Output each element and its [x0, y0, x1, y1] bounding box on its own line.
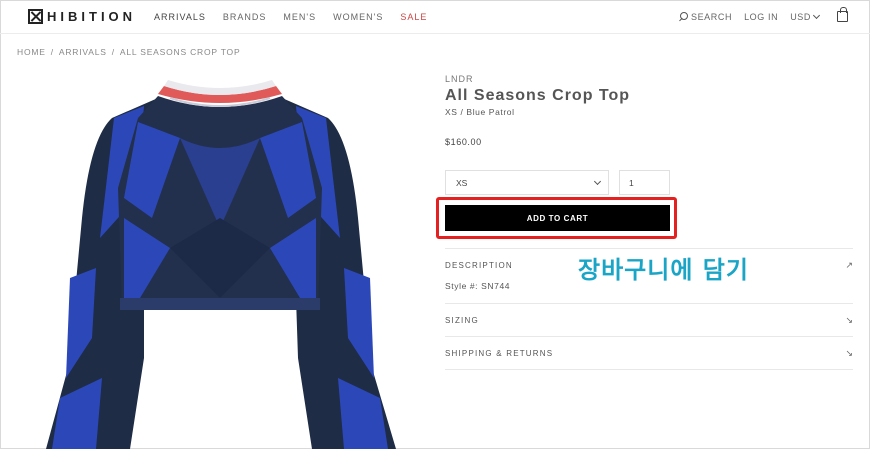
- accordion-header-sizing[interactable]: SIZING ↘: [445, 304, 853, 336]
- product-image[interactable]: [40, 78, 400, 449]
- search-label: SEARCH: [690, 11, 733, 22]
- logo-x-icon: [28, 9, 43, 24]
- nav-womens[interactable]: WOMEN'S: [333, 12, 383, 22]
- site-header: HIBITION ARRIVALS BRANDS MEN'S WOMEN'S S…: [0, 0, 870, 34]
- main-nav: ARRIVALS BRANDS MEN'S WOMEN'S SALE: [154, 12, 427, 22]
- quantity-value: 1: [629, 177, 634, 188]
- accordion-title-description: DESCRIPTION: [445, 260, 513, 270]
- size-select-value: XS: [456, 177, 468, 188]
- divider: [445, 369, 853, 370]
- breadcrumb-current: ALL SEASONS CROP TOP: [119, 47, 241, 57]
- breadcrumb-separator: /: [111, 47, 115, 57]
- currency-label: USD: [790, 11, 811, 22]
- currency-selector[interactable]: USD: [790, 11, 821, 22]
- arrow-icon: ↗: [845, 259, 853, 270]
- chevron-down-icon: [593, 177, 602, 185]
- header-utilities: SEARCH LOG IN USD: [678, 7, 848, 22]
- shopping-bag-icon[interactable]: [837, 7, 848, 22]
- site-logo[interactable]: HIBITION: [28, 9, 136, 24]
- arrow-icon: ↘: [845, 347, 853, 358]
- accordion-sizing: SIZING ↘: [445, 303, 853, 336]
- login-link[interactable]: LOG IN: [744, 12, 778, 22]
- nav-sale[interactable]: SALE: [400, 12, 427, 22]
- crop-top-image: [46, 80, 396, 449]
- breadcrumb: HOME / ARRIVALS / ALL SEASONS CROP TOP: [17, 47, 240, 57]
- product-brand[interactable]: LNDR: [445, 74, 853, 84]
- accordion-title-sizing: SIZING: [445, 315, 479, 325]
- breadcrumb-home[interactable]: HOME: [17, 47, 46, 57]
- chevron-down-icon: [812, 11, 821, 19]
- add-to-cart-button[interactable]: ADD TO CART: [445, 205, 670, 231]
- nav-brands[interactable]: BRANDS: [223, 12, 267, 22]
- logo-text: HIBITION: [47, 9, 137, 24]
- accordion-shipping: SHIPPING & RETURNS ↘: [445, 336, 853, 369]
- search-icon: [678, 11, 688, 22]
- product-info: LNDR All Seasons Crop Top XS / Blue Patr…: [436, 74, 853, 370]
- annotation-label: 장바구니에 담기: [578, 256, 749, 284]
- arrow-icon: ↘: [845, 314, 853, 325]
- search-link[interactable]: SEARCH: [678, 11, 733, 22]
- product-title: All Seasons Crop Top: [445, 87, 631, 104]
- product-variant: XS / Blue Patrol: [445, 107, 515, 117]
- product-price: $160.00: [445, 137, 482, 147]
- quantity-input[interactable]: 1: [619, 170, 670, 195]
- accordion-header-shipping[interactable]: SHIPPING & RETURNS ↘: [445, 337, 853, 369]
- breadcrumb-arrivals[interactable]: ARRIVALS: [59, 47, 107, 57]
- nav-mens[interactable]: MEN'S: [283, 12, 316, 22]
- size-select[interactable]: XS: [445, 170, 609, 195]
- accordion-title-shipping: SHIPPING & RETURNS: [445, 348, 554, 358]
- nav-arrivals[interactable]: ARRIVALS: [154, 12, 206, 22]
- product-options: XS 1: [445, 170, 670, 195]
- breadcrumb-separator: /: [50, 47, 54, 57]
